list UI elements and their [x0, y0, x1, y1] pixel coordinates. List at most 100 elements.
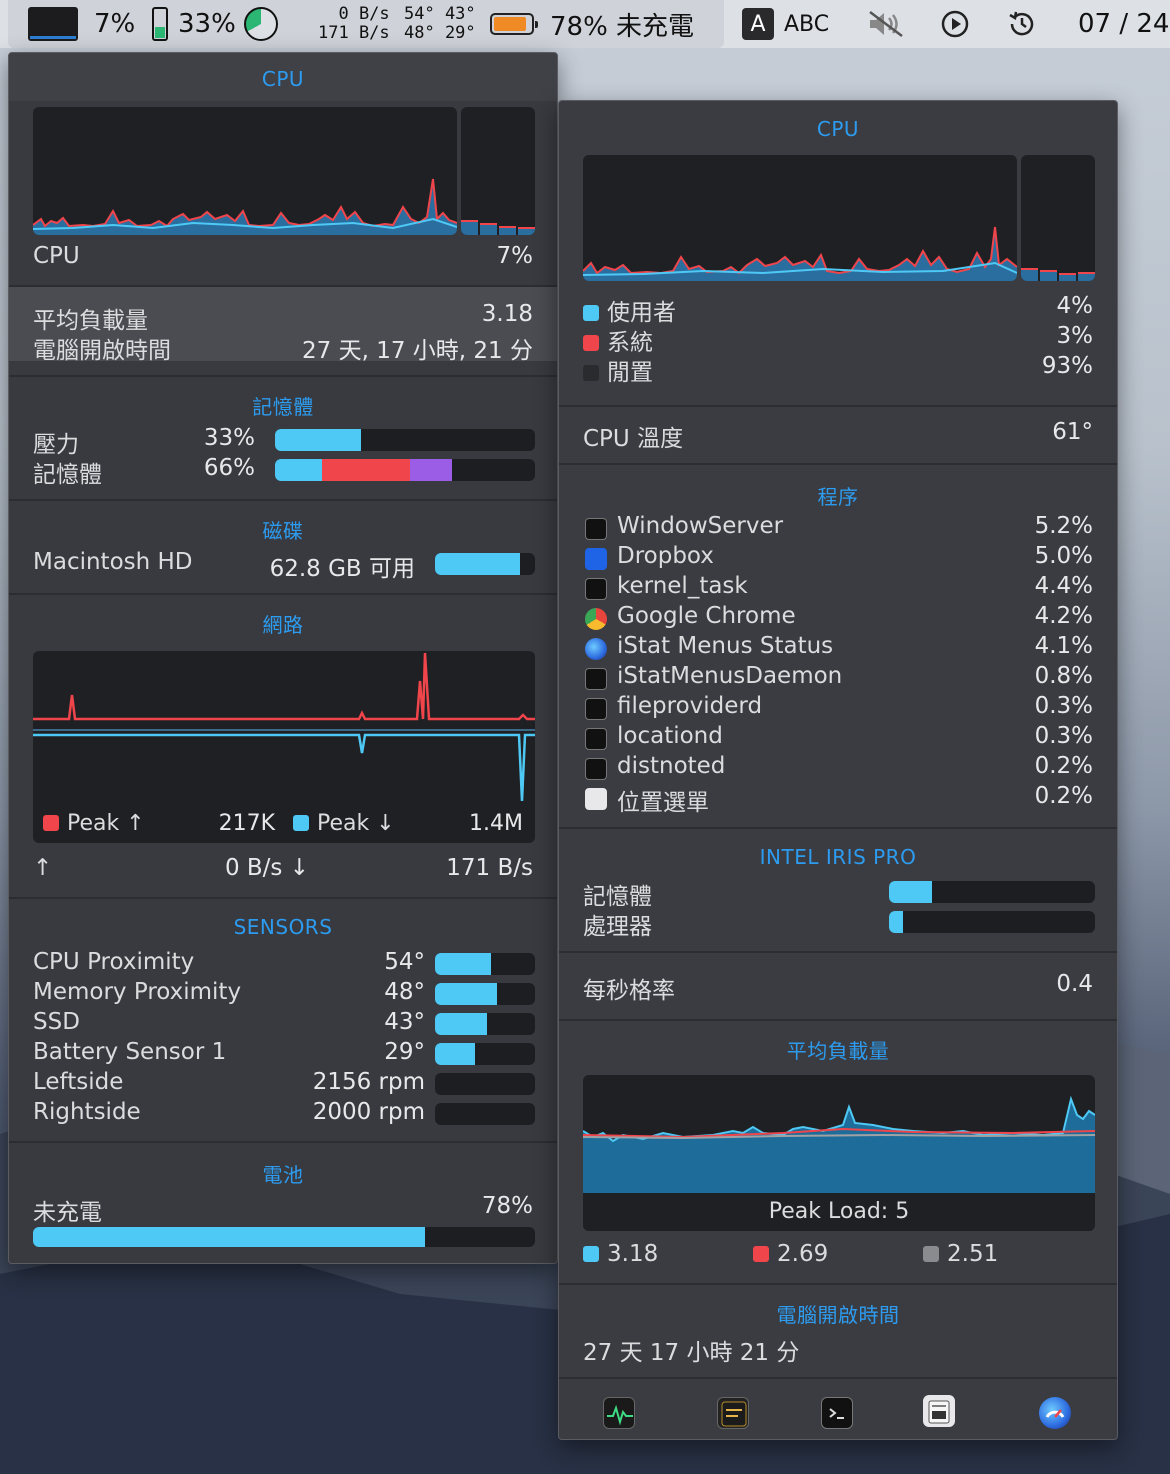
sensor-label: CPU Proximity — [33, 949, 195, 975]
process-cpu-value: 5.2% — [1034, 513, 1093, 539]
network-peak-up: Peak ↑ — [43, 811, 145, 836]
menubar-memory-pie-icon[interactable] — [244, 0, 278, 48]
terminal-icon — [585, 578, 607, 600]
menubar-memory-bar-icon[interactable] — [152, 0, 168, 48]
battery-fill — [33, 1227, 425, 1247]
disk-name: Macintosh HD — [33, 549, 193, 575]
menubar-battery-icon[interactable] — [490, 0, 538, 48]
divider — [559, 1283, 1117, 1285]
process-name[interactable]: iStatMenusDaemon — [617, 663, 842, 689]
disk-usage-fill — [435, 553, 520, 575]
menubar-net-down: 171 B/s — [318, 23, 390, 43]
process-name[interactable]: distnoted — [617, 753, 725, 779]
divider — [559, 1019, 1117, 1021]
battery-bar — [33, 1227, 535, 1247]
istat-menus-icon[interactable] — [1039, 1397, 1071, 1429]
cpu-legend-label: 閒置 — [607, 360, 653, 386]
download-legend-swatch — [293, 815, 309, 831]
terminal-app-icon[interactable] — [821, 1397, 853, 1429]
divider — [9, 375, 557, 377]
network-up-arrow-icon: ↑ — [33, 855, 53, 881]
divider — [559, 463, 1117, 465]
process-cpu-value: 0.3% — [1034, 723, 1093, 749]
menubar-cpu-percent[interactable]: 7% — [94, 0, 135, 48]
memory-section-title: 記憶體 — [252, 395, 314, 419]
menubar-date[interactable]: 07 / 24 — [1078, 0, 1169, 48]
time-machine-icon[interactable] — [1006, 0, 1038, 48]
terminal-icon — [585, 668, 607, 690]
sensor-label: Memory Proximity — [33, 979, 242, 1005]
terminal-icon — [585, 758, 607, 780]
gpu-processor-fill — [889, 911, 904, 933]
sensor-bar-fill — [435, 953, 491, 975]
load-average-label: 平均負載量 — [33, 308, 148, 334]
network-peak-down-label: Peak ↓ — [317, 811, 395, 836]
sensor-bar — [435, 1043, 535, 1065]
sensor-bar-fill — [435, 1013, 487, 1035]
input-source-label[interactable]: ABC — [784, 0, 829, 48]
sensor-bar — [435, 1013, 535, 1035]
network-peak-down-value: 1.4M — [469, 811, 523, 836]
gpu-processor-label: 處理器 — [583, 914, 652, 940]
peak-load-label: Peak Load: 5 — [583, 1193, 1095, 1231]
process-cpu-value: 4.1% — [1034, 633, 1093, 659]
process-name[interactable]: Dropbox — [617, 543, 714, 569]
disk-free: 62.8 GB 可用 — [269, 556, 415, 582]
sensor-label: Battery Sensor 1 — [33, 1039, 227, 1065]
disk-section-title: 磁碟 — [262, 519, 304, 543]
activity-monitor-icon[interactable] — [603, 1397, 635, 1429]
load-average-number: 2.69 — [777, 1241, 829, 1267]
process-name[interactable]: fileproviderd — [617, 693, 762, 719]
play-icon[interactable] — [940, 0, 970, 48]
memory-pressure-fill — [275, 429, 361, 451]
process-cpu-value: 4.2% — [1034, 603, 1093, 629]
process-cpu-value: 0.2% — [1034, 753, 1093, 779]
terminal-icon — [585, 698, 607, 720]
process-name[interactable]: kernel_task — [617, 573, 748, 599]
cpu-detail-core-graph — [1021, 155, 1095, 281]
terminal-icon — [585, 518, 607, 540]
input-source-icon[interactable]: A — [742, 0, 774, 48]
console-icon[interactable] — [717, 1397, 749, 1429]
menubar-cpu-graph-icon[interactable] — [28, 0, 78, 48]
system-information-icon[interactable] — [923, 1395, 955, 1427]
divider — [9, 593, 557, 595]
sensor-value: 2000 rpm — [312, 1099, 425, 1125]
menubar-battery-text[interactable]: 78% 未充電 — [550, 0, 694, 48]
menubar-memory-percent[interactable]: 33% — [178, 0, 236, 48]
process-name[interactable]: Google Chrome — [617, 603, 796, 629]
legend-swatch — [923, 1246, 939, 1262]
load-average-number: 3.18 — [607, 1241, 659, 1267]
sensor-bar — [435, 1073, 535, 1095]
gpu-memory-bar — [889, 881, 1095, 903]
menubar-sensors[interactable]: 54° 43° 48° 29° — [404, 0, 476, 48]
sensor-bar-fill — [435, 983, 497, 1005]
load-average-value: 3.18 — [481, 301, 533, 327]
sensor-label: Leftside — [33, 1069, 124, 1095]
sensor-bar — [435, 1103, 535, 1125]
memory-usage-segment — [275, 459, 322, 481]
menubar-network[interactable]: 0 B/s 171 B/s — [318, 0, 390, 48]
divider — [9, 897, 557, 899]
process-name[interactable]: iStat Menus Status — [617, 633, 833, 659]
process-name[interactable]: WindowServer — [617, 513, 783, 539]
menu-bar: 7% 33% 0 B/s 171 B/s 54° 43° 48° 29° 78%… — [0, 0, 1170, 48]
network-peak-up-value: 217K — [218, 811, 275, 836]
memory-pressure-label: 壓力 — [33, 432, 79, 458]
processes-section-title: 程序 — [817, 485, 859, 509]
gpu-memory-label: 記憶體 — [583, 884, 652, 910]
load-history-graph: Peak Load: 5 — [583, 1075, 1095, 1231]
memory-usage-bar — [275, 459, 535, 481]
load-average-item: 3.18 — [583, 1241, 658, 1267]
gpu-memory-fill — [889, 881, 933, 903]
cpu-detail-title: CPU — [816, 117, 860, 141]
istat-icon — [585, 638, 607, 660]
cpu-legend-item: 使用者 — [583, 293, 676, 327]
process-name[interactable]: locationd — [617, 723, 723, 749]
sensor-bar-fill — [435, 1043, 475, 1065]
memory-usage-segment — [321, 459, 411, 481]
process-name[interactable]: 位置選單 — [617, 783, 709, 817]
sensor-value: 48° — [384, 979, 425, 1005]
mute-icon[interactable] — [866, 0, 906, 48]
fps-label: 每秒格率 — [583, 978, 675, 1004]
